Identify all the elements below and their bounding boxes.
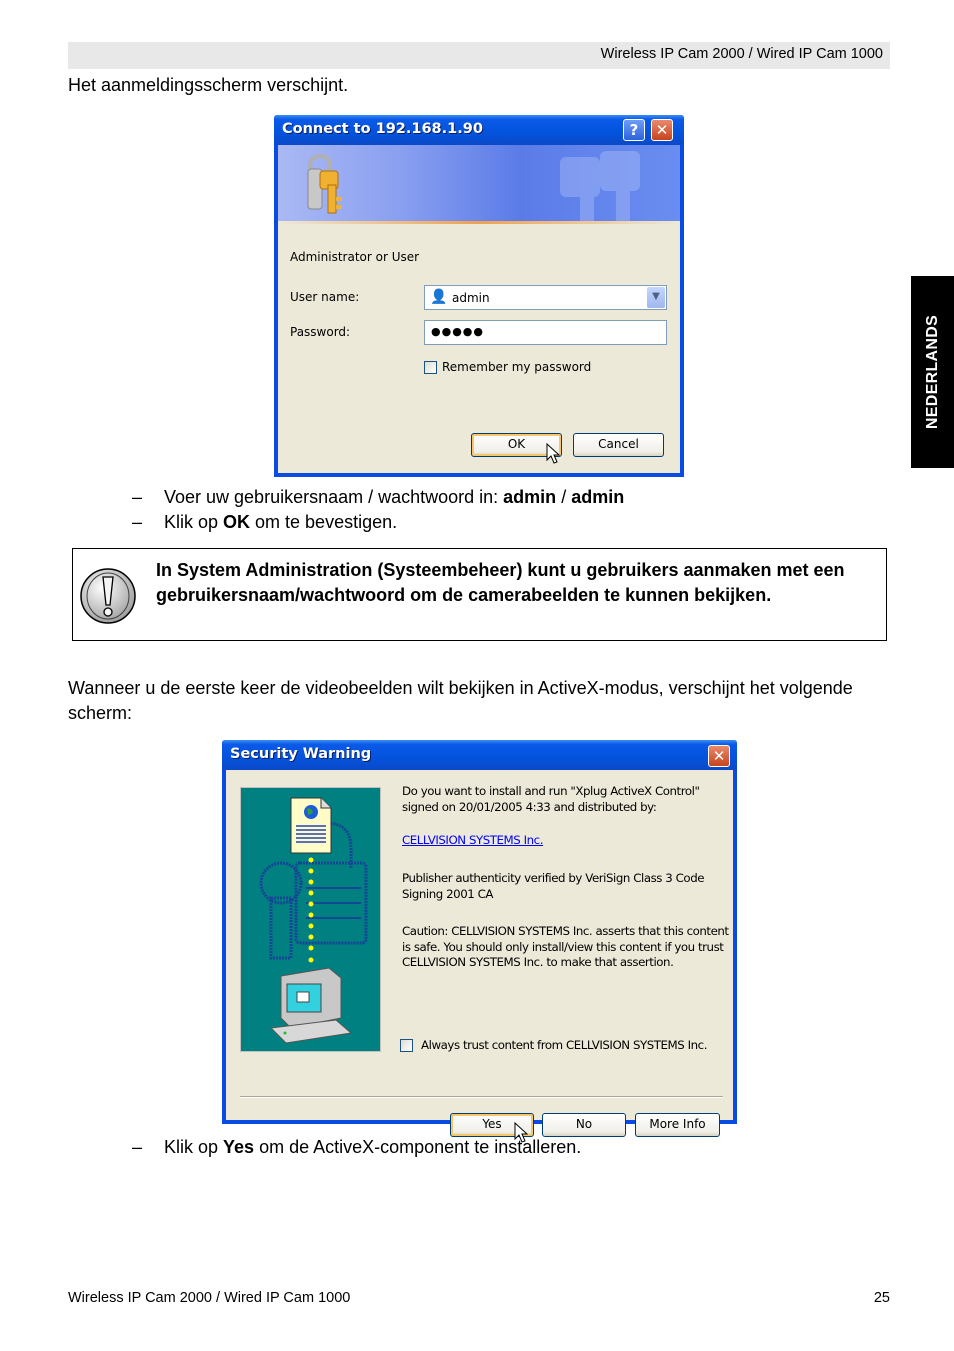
note-box: In System Administration (Systeembeheer)…	[72, 548, 887, 641]
close-x-icon[interactable]: ✕	[708, 745, 730, 767]
header-title: Wireless IP Cam 2000 / Wired IP Cam 1000	[600, 46, 883, 62]
page-header: Wireless IP Cam 2000 / Wired IP Cam 1000	[68, 42, 890, 69]
chevron-down-icon[interactable]: ▼	[647, 287, 665, 308]
security-dialog-titlebar: Security Warning ✕	[222, 740, 737, 770]
remember-password-label[interactable]: Remember my password	[442, 360, 591, 374]
password-field[interactable]: ●●●●●	[424, 320, 667, 345]
publisher-link[interactable]: CELLVISION SYSTEMS Inc.	[402, 833, 543, 849]
remember-password-checkbox[interactable]	[424, 361, 437, 374]
always-trust-checkbox[interactable]	[400, 1039, 413, 1052]
login-dialog-body: Administrator or User User name: 👤 admin…	[278, 224, 680, 473]
more-info-button[interactable]: More Info	[635, 1113, 720, 1137]
keys-watermark-icon	[560, 151, 640, 223]
question-mark-icon[interactable]: ?	[623, 119, 645, 141]
note-text: In System Administration (Systeembeheer)…	[156, 560, 845, 605]
security-dialog-body: Do you want to install and run "Xplug Ac…	[226, 770, 733, 1143]
install-question: Do you want to install and run "Xplug Ac…	[402, 784, 700, 814]
security-illustration	[240, 787, 381, 1052]
login-dialog: Connect to 192.168.1.90 ? ✕ Administrato…	[274, 115, 684, 477]
mouse-cursor-icon	[546, 443, 560, 464]
body-paragraph: Wanneer u de eerste keer de videobeelden…	[68, 678, 853, 723]
footer-title: Wireless IP Cam 2000 / Wired IP Cam 1000	[68, 1290, 351, 1306]
keys-icon	[307, 154, 342, 214]
login-dialog-titlebar: Connect to 192.168.1.90 ? ✕	[274, 115, 684, 145]
always-trust-label[interactable]: Always trust content from CELLVISION SYS…	[421, 1038, 741, 1054]
dialog-separator	[240, 1096, 723, 1098]
credential-username: admin	[503, 487, 557, 507]
user-avatar-icon: 👤	[430, 289, 448, 305]
exclamation-icon	[80, 568, 136, 624]
username-value: admin	[452, 291, 490, 305]
security-warning-dialog: Security Warning ✕ Do you want to instal…	[222, 740, 737, 1143]
cancel-button[interactable]: Cancel	[573, 433, 664, 457]
security-dialog-title: Security Warning	[230, 746, 372, 762]
realm-label: Administrator or User	[290, 250, 420, 264]
username-label: User name:	[290, 290, 360, 304]
login-banner	[278, 145, 680, 223]
password-label: Password:	[290, 325, 351, 339]
language-side-tab: NEDERLANDS	[911, 276, 954, 468]
verification-text: Publisher authenticity verified by VeriS…	[402, 871, 705, 901]
password-value: ●●●●●	[431, 325, 484, 338]
credential-password: admin	[571, 487, 625, 507]
username-combobox[interactable]: 👤 admin ▼	[424, 285, 667, 310]
page-number: 25	[873, 1290, 890, 1306]
no-button[interactable]: No	[542, 1113, 626, 1137]
intro-text: Het aanmeldingsscherm verschijnt.	[68, 75, 349, 95]
side-tab-label: NEDERLANDS	[923, 314, 941, 430]
login-dialog-title: Connect to 192.168.1.90	[282, 121, 483, 137]
close-x-icon[interactable]: ✕	[651, 119, 673, 141]
caution-text: Caution: CELLVISION SYSTEMS Inc. asserts…	[402, 924, 729, 969]
certificate-computer-icon	[259, 797, 368, 1044]
